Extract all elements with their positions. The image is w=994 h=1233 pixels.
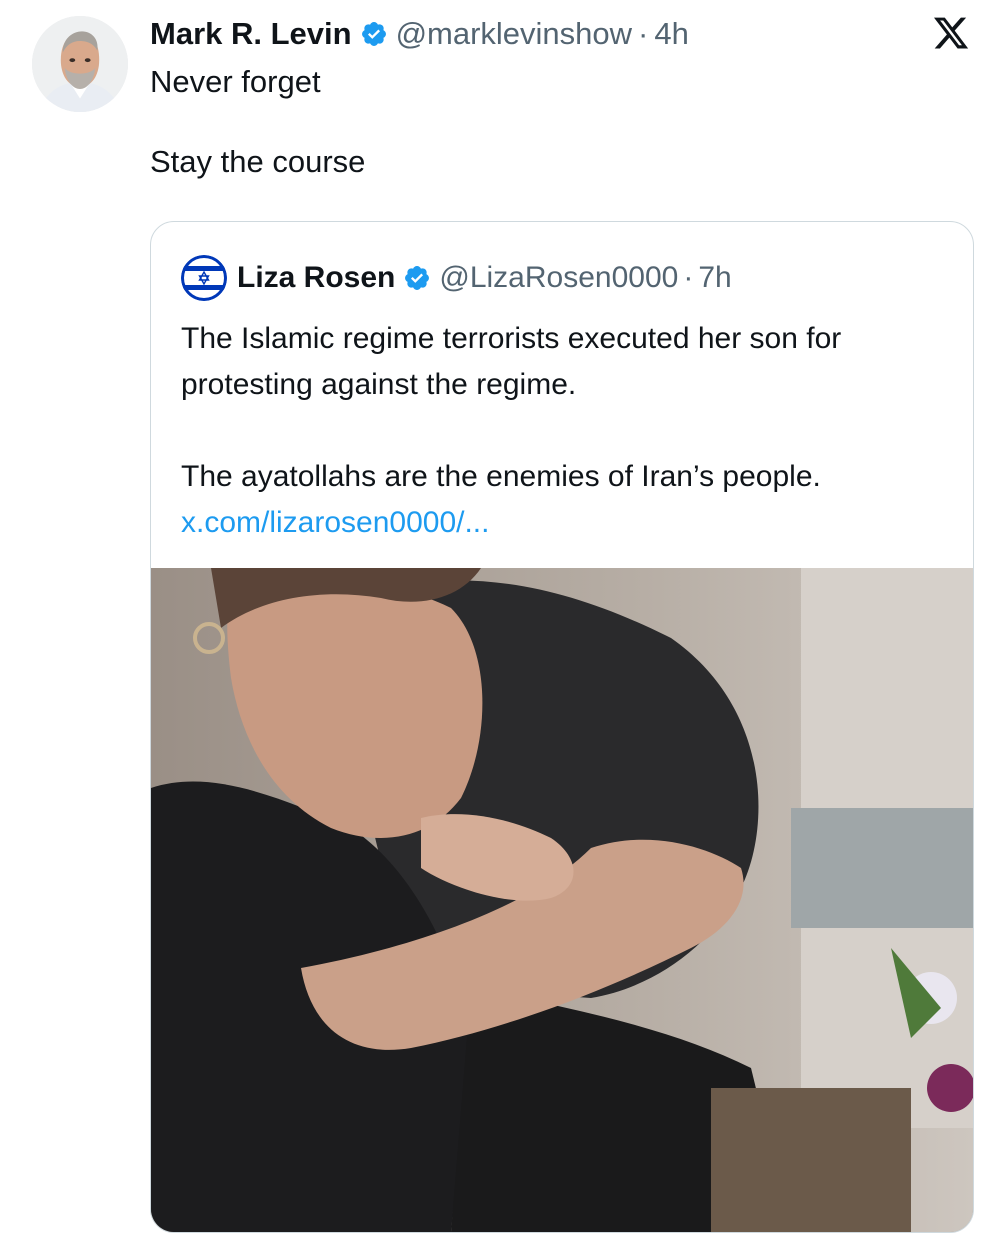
quoted-author-handle[interactable]: @LizaRosen0000: [439, 261, 678, 295]
quoted-author-display-name[interactable]: Liza Rosen: [237, 261, 395, 295]
tweet[interactable]: Mark R. Levin @marklevinshow · 4h Never …: [0, 0, 994, 1233]
quoted-author-avatar[interactable]: [181, 255, 227, 301]
tweet-text: Never forget Stay the course: [150, 64, 366, 179]
quoted-tweet-text: The Islamic regime terrorists executed h…: [181, 316, 951, 546]
separator-dot: ·: [638, 16, 649, 51]
verified-badge-icon: [360, 20, 388, 48]
quoted-tweet-video[interactable]: [151, 568, 973, 1232]
quoted-tweet-paragraph: The ayatollahs are the enemies of Iran’s…: [181, 454, 951, 546]
separator-dot: ·: [683, 261, 694, 294]
quoted-tweet-card[interactable]: Liza Rosen @LizaRosen0000 · 7h The Islam…: [150, 221, 974, 1233]
quoted-tweet-paragraph-text: The ayatollahs are the enemies of Iran’s…: [181, 460, 821, 493]
author-handle[interactable]: @marklevinshow: [396, 16, 632, 52]
tweet-timestamp[interactable]: 4h: [654, 16, 688, 52]
author-display-name[interactable]: Mark R. Levin: [150, 16, 352, 52]
author-avatar-image: [32, 16, 128, 112]
video-thumbnail: [151, 568, 973, 1232]
quoted-tweet-header: Liza Rosen @LizaRosen0000 · 7h: [181, 255, 732, 301]
verified-badge-icon: [403, 264, 431, 292]
tweet-header: Mark R. Levin @marklevinshow · 4h: [150, 12, 689, 56]
quoted-tweet-link[interactable]: x.com/lizarosen0000/...: [181, 506, 489, 539]
quoted-tweet-paragraph: The Islamic regime terrorists executed h…: [181, 322, 842, 401]
x-logo-icon: [932, 14, 970, 52]
quoted-tweet-timestamp[interactable]: 7h: [698, 261, 731, 295]
author-avatar[interactable]: [32, 16, 128, 112]
